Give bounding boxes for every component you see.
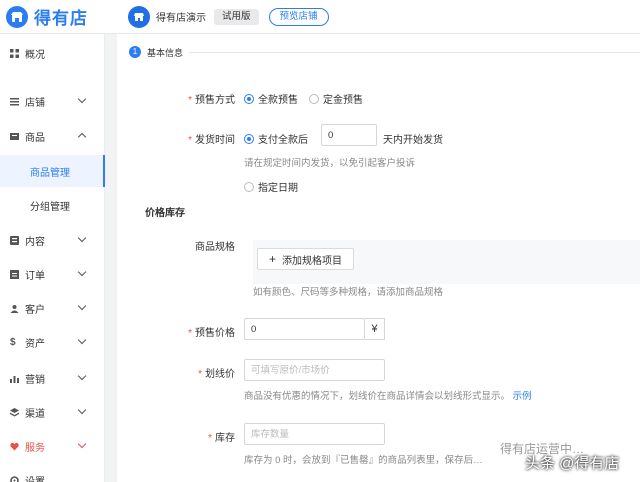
strike-price-example-link[interactable]: 示例 bbox=[513, 391, 532, 402]
store-name[interactable]: 得有店演示 bbox=[156, 9, 206, 24]
radio-checked-icon bbox=[244, 133, 254, 144]
step-divider bbox=[189, 51, 640, 53]
radio-checked-icon bbox=[244, 93, 254, 104]
goods-icon bbox=[10, 132, 19, 141]
settings-icon bbox=[10, 475, 19, 482]
section-title-price-stock: 价格库存 bbox=[145, 208, 185, 219]
sidebar-item-label: 商品管理 bbox=[30, 167, 70, 179]
customer-icon bbox=[10, 304, 19, 313]
strike-price-label: * 划线价 bbox=[198, 369, 235, 380]
dollar-icon: $ bbox=[10, 336, 16, 348]
stock-input[interactable] bbox=[244, 423, 385, 445]
sidebar-item-label: 店铺 bbox=[25, 97, 45, 109]
sidebar-item-label: 营销 bbox=[25, 374, 45, 386]
presale-price-label: * 预售价格 bbox=[188, 328, 235, 339]
sidebar-item-store[interactable]: 店铺 bbox=[0, 87, 105, 115]
sidebar-item-channels[interactable]: 渠道 bbox=[0, 398, 105, 426]
presale-price-input[interactable] bbox=[244, 318, 365, 340]
ship-days-input[interactable] bbox=[321, 124, 377, 146]
store-avatar-icon bbox=[128, 5, 150, 28]
sidebar-item-overview[interactable]: 概况 bbox=[0, 39, 105, 67]
heart-icon bbox=[10, 442, 19, 451]
grid-icon bbox=[10, 48, 19, 58]
presale-mode-label: * 预售方式 bbox=[188, 95, 235, 106]
channel-icon bbox=[10, 407, 19, 417]
stock-label: * 库存 bbox=[208, 433, 235, 444]
sidebar-item-assets[interactable]: $ 资产 bbox=[0, 328, 105, 356]
brand-name: 得有店 bbox=[34, 9, 88, 28]
sidebar-item-customers[interactable]: 客户 bbox=[0, 294, 105, 322]
sidebar-item-label: 概况 bbox=[25, 49, 45, 61]
content-icon bbox=[10, 235, 19, 245]
sidebar-item-goods[interactable]: 商品 bbox=[0, 122, 105, 150]
spec-label: 商品规格 bbox=[195, 242, 235, 253]
preview-store-button[interactable]: 预览店铺 bbox=[268, 7, 329, 26]
ship-days-suffix: 天内开始发货 bbox=[383, 135, 443, 146]
sidebar-item-orders[interactable]: 订单 bbox=[0, 260, 105, 288]
chevron-down-icon bbox=[77, 405, 87, 415]
sidebar-item-label: 渠道 bbox=[25, 408, 45, 420]
step-header: 1 基本信息 bbox=[117, 44, 640, 60]
chart-icon bbox=[10, 374, 19, 383]
chevron-down-icon bbox=[77, 335, 87, 345]
main-content: 1 基本信息 *预售方式 全款预售 定金预售 *发货时间 支付全款后 天内开始发… bbox=[117, 34, 640, 482]
chevron-down-icon bbox=[77, 267, 87, 277]
chevron-down-icon bbox=[77, 371, 87, 381]
strike-price-hint: 商品没有优惠的情况下，划线价在商品详情会以划线形式显示。 示例 bbox=[244, 391, 532, 402]
sidebar-item-settings[interactable]: 设置 bbox=[0, 466, 105, 482]
step-label: 基本信息 bbox=[147, 47, 184, 58]
sidebar-item-group-management[interactable]: 分组管理 bbox=[0, 191, 105, 219]
radio-ship-after-payment[interactable]: 支付全款后 bbox=[244, 131, 308, 146]
sidebar-item-label: 分组管理 bbox=[30, 201, 70, 213]
currency-yen-addon: ¥ bbox=[365, 318, 385, 340]
sidebar-item-label: 内容 bbox=[25, 236, 45, 248]
step-number: 1 bbox=[129, 46, 141, 58]
sidebar-item-service[interactable]: 服务 bbox=[0, 432, 105, 460]
sidebar-item-label: 订单 bbox=[25, 270, 45, 282]
spec-hint: 如有颜色、尺码等多种规格，请添加商品规格 bbox=[253, 287, 444, 298]
chevron-up-icon bbox=[77, 132, 87, 142]
plus-icon: + bbox=[268, 252, 276, 266]
sidebar-item-content[interactable]: 内容 bbox=[0, 226, 105, 254]
top-header: 得有店 得有店演示 试用版 预览店铺 bbox=[0, 0, 640, 34]
radio-unchecked-icon bbox=[309, 93, 319, 104]
sidebar-item-label: 服务 bbox=[25, 442, 45, 454]
sidebar-item-label: 客户 bbox=[25, 304, 45, 316]
radio-unchecked-icon bbox=[244, 181, 254, 192]
order-icon bbox=[10, 269, 19, 279]
add-spec-button[interactable]: + 添加规格项目 bbox=[257, 248, 354, 270]
chevron-down-icon bbox=[77, 94, 87, 104]
sidebar-item-label: 设置 bbox=[25, 476, 45, 482]
radio-deposit-presale[interactable]: 定金预售 bbox=[309, 91, 363, 106]
stock-hint: 库存为 0 时，会放到『已售罄』的商品列表里，保存后… bbox=[244, 455, 483, 466]
radio-ship-specified-date[interactable]: 指定日期 bbox=[244, 179, 298, 194]
watermark-toutiao: 头条 @得有店 bbox=[525, 455, 620, 472]
strike-price-input[interactable] bbox=[244, 359, 385, 381]
chevron-down-icon bbox=[77, 439, 87, 449]
ship-time-hint: 请在规定时间内发货，以免引起客户投诉 bbox=[244, 158, 416, 169]
chevron-down-icon bbox=[77, 233, 87, 243]
ship-time-label: * 发货时间 bbox=[188, 135, 235, 146]
chevron-down-icon bbox=[77, 301, 87, 311]
sidebar: 概况 店铺 商品 商品管理 分组管理 内容 订单 客户 $ 资产 营销 渠道 服… bbox=[0, 34, 105, 482]
trial-badge: 试用版 bbox=[214, 8, 259, 25]
sidebar-item-marketing[interactable]: 营销 bbox=[0, 364, 105, 392]
store-icon bbox=[10, 97, 19, 106]
sidebar-item-goods-management[interactable]: 商品管理 bbox=[0, 155, 105, 187]
brand-logo-icon bbox=[6, 5, 28, 28]
radio-full-presale[interactable]: 全款预售 bbox=[244, 91, 298, 106]
sidebar-item-label: 商品 bbox=[25, 132, 45, 144]
brand[interactable]: 得有店 bbox=[0, 4, 118, 29]
sidebar-item-label: 资产 bbox=[25, 338, 45, 350]
